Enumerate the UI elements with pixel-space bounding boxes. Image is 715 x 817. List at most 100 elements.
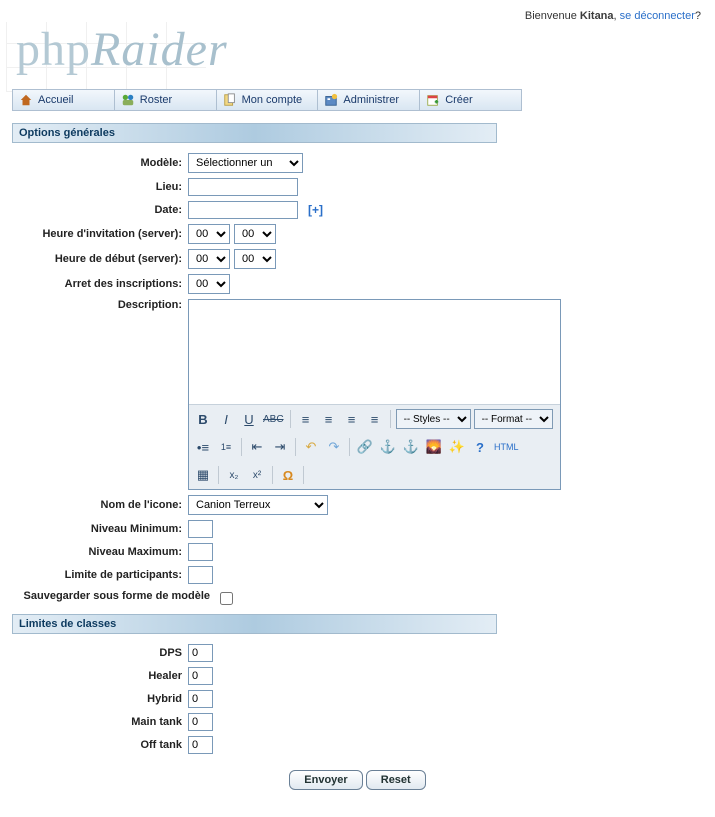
off-tank-input[interactable] <box>188 736 213 754</box>
label-main-tank: Main tank <box>6 716 188 728</box>
nav-bar: Accueil Roster Mon compte Administrer Cr… <box>12 89 522 111</box>
indent-icon[interactable]: ⇥ <box>270 437 290 457</box>
redo-icon[interactable]: ↷ <box>324 437 344 457</box>
home-icon <box>19 93 33 107</box>
link-icon[interactable]: 🔗 <box>355 437 375 457</box>
outdent-icon[interactable]: ⇤ <box>247 437 267 457</box>
admin-icon <box>324 93 338 107</box>
label-icone: Nom de l'icone: <box>6 499 188 511</box>
nav-administrer[interactable]: Administrer <box>317 90 419 110</box>
underline-icon[interactable]: U <box>239 409 259 429</box>
niveau-max-input[interactable] <box>188 543 213 561</box>
account-icon <box>223 93 237 107</box>
label-dps: DPS <box>6 647 188 659</box>
strike-icon[interactable]: ABC <box>262 409 285 429</box>
undo-icon[interactable]: ↶ <box>301 437 321 457</box>
separator-icon <box>272 466 273 484</box>
bold-icon[interactable]: B <box>193 409 213 429</box>
inv-hour-select[interactable]: 00 <box>188 224 230 244</box>
rt-toolbar: B I U ABC ≡ ≡ ≡ ≡ -- Styles -- -- Format… <box>189 404 560 489</box>
healer-input[interactable] <box>188 667 213 685</box>
description-textarea[interactable] <box>189 300 560 404</box>
cleanup-icon[interactable]: ✨ <box>447 437 467 457</box>
save-modele-checkbox[interactable] <box>220 592 233 605</box>
nav-label: Roster <box>140 94 172 106</box>
label-date: Date: <box>6 204 188 216</box>
niveau-min-input[interactable] <box>188 520 213 538</box>
html-button[interactable]: HTML <box>493 437 520 457</box>
separator-icon <box>303 466 304 484</box>
label-niveau-max: Niveau Maximum: <box>6 546 188 558</box>
label-heure-deb: Heure de début (server): <box>6 253 188 265</box>
label-niveau-min: Niveau Minimum: <box>6 523 188 535</box>
charmap-icon[interactable]: Ω <box>278 465 298 485</box>
deb-min-select[interactable]: 00 <box>234 249 276 269</box>
format-select[interactable]: -- Format -- <box>474 409 553 429</box>
trailing: ? <box>695 10 701 22</box>
align-right-icon[interactable]: ≡ <box>342 409 362 429</box>
inv-min-select[interactable]: 00 <box>234 224 276 244</box>
label-arret: Arret des inscriptions: <box>6 278 188 290</box>
logo: phpRaider <box>6 22 228 83</box>
logo-php: php <box>16 23 91 76</box>
arret-hour-select[interactable]: 00 <box>188 274 230 294</box>
subscript-icon[interactable]: x₂ <box>224 465 244 485</box>
align-center-icon[interactable]: ≡ <box>319 409 339 429</box>
date-input[interactable] <box>188 201 298 219</box>
modele-select[interactable]: Sélectionner un <box>188 153 303 173</box>
topbar: Bienvenue Kitana, se déconnecter? <box>6 6 709 22</box>
nav-accueil[interactable]: Accueil <box>13 90 114 110</box>
label-hybrid: Hybrid <box>6 693 188 705</box>
image-icon[interactable]: 🌄 <box>424 437 444 457</box>
section-classes: Limites de classes <box>12 614 497 634</box>
reset-button[interactable]: Reset <box>366 770 426 790</box>
separator-icon <box>218 466 219 484</box>
nav-label: Accueil <box>38 94 73 106</box>
label-heure-inv: Heure d'invitation (server): <box>6 228 188 240</box>
align-left-icon[interactable]: ≡ <box>296 409 316 429</box>
create-icon <box>426 93 440 107</box>
align-justify-icon[interactable]: ≡ <box>365 409 385 429</box>
ul-icon[interactable]: •≡ <box>193 437 213 457</box>
nav-roster[interactable]: Roster <box>114 90 216 110</box>
deb-hour-select[interactable]: 00 <box>188 249 230 269</box>
dps-input[interactable] <box>188 644 213 662</box>
main-tank-input[interactable] <box>188 713 213 731</box>
date-picker-toggle[interactable]: [+] <box>308 203 323 217</box>
nav-label: Créer <box>445 94 473 106</box>
nav-label: Mon compte <box>242 94 303 106</box>
italic-icon[interactable]: I <box>216 409 236 429</box>
hybrid-input[interactable] <box>188 690 213 708</box>
logout-link[interactable]: se déconnecter <box>620 10 695 22</box>
superscript-icon[interactable]: x² <box>247 465 267 485</box>
button-row: Envoyer Reset <box>6 770 709 790</box>
table-icon[interactable]: ▦ <box>193 465 213 485</box>
anchor-icon[interactable]: ⚓ <box>401 437 421 457</box>
label-limite-part: Limite de participants: <box>6 569 188 581</box>
separator-icon <box>390 410 391 428</box>
label-save-modele: Sauvegarder sous forme de modèle <box>6 589 216 603</box>
styles-select[interactable]: -- Styles -- <box>396 409 471 429</box>
separator-icon <box>349 438 350 456</box>
separator-icon <box>295 438 296 456</box>
lieu-input[interactable] <box>188 178 298 196</box>
nav-moncompte[interactable]: Mon compte <box>216 90 318 110</box>
logo-raider: Raider <box>91 23 228 76</box>
ol-icon[interactable]: 1≡ <box>216 437 236 457</box>
limite-part-input[interactable] <box>188 566 213 584</box>
welcome-text: Bienvenue <box>525 10 580 22</box>
nav-creer[interactable]: Créer <box>419 90 521 110</box>
icone-select[interactable]: Canion Terreux <box>188 495 328 515</box>
help-icon[interactable]: ? <box>470 437 490 457</box>
roster-icon <box>121 93 135 107</box>
nav-label: Administrer <box>343 94 399 106</box>
richtext-editor: B I U ABC ≡ ≡ ≡ ≡ -- Styles -- -- Format… <box>188 299 561 490</box>
label-description: Description: <box>6 299 188 311</box>
label-modele: Modèle: <box>6 157 188 169</box>
label-healer: Healer <box>6 670 188 682</box>
unlink-icon[interactable]: ⚓ <box>378 437 398 457</box>
separator-icon <box>241 438 242 456</box>
submit-button[interactable]: Envoyer <box>289 770 362 790</box>
label-lieu: Lieu: <box>6 181 188 193</box>
username: Kitana <box>580 10 614 22</box>
